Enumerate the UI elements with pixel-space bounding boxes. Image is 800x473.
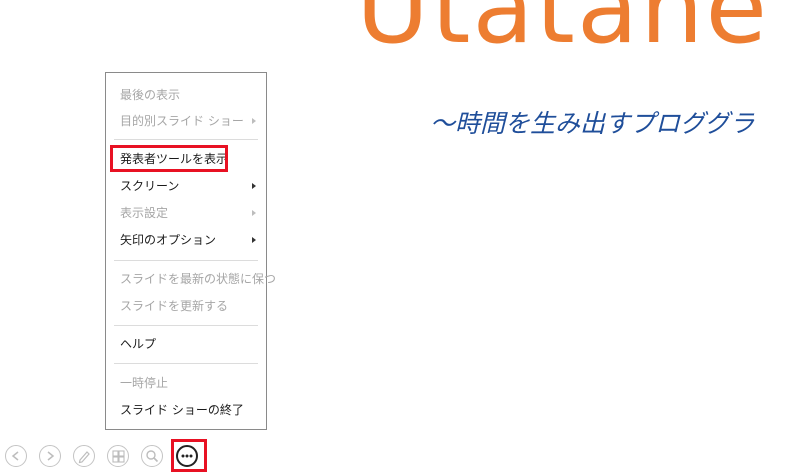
pen-icon	[78, 451, 90, 464]
pen-tool-button[interactable]	[73, 445, 95, 467]
menu-item-label: スライド ショーの終了	[120, 403, 244, 417]
menu-item-last-viewed[interactable]: 最後の表示	[106, 83, 266, 107]
next-slide-button[interactable]	[39, 445, 61, 467]
menu-item-label: ヘルプ	[120, 337, 157, 351]
previous-icon	[11, 451, 19, 461]
slide-title: Utatane	[356, 0, 770, 66]
menu-separator	[114, 260, 258, 261]
submenu-arrow-icon	[252, 183, 256, 189]
menu-item-pause[interactable]: 一時停止	[106, 371, 266, 395]
slide-subtitle: ～時間を生み出すプロググラ	[430, 109, 755, 138]
menu-item-keep-slides-updated[interactable]: スライドを最新の状態に保つ	[106, 267, 276, 291]
more-options-highlight	[171, 439, 207, 472]
menu-separator	[114, 363, 258, 364]
menu-item-display-settings[interactable]: 表示設定	[106, 201, 266, 225]
menu-item-label: 目的別スライド ショー	[120, 114, 244, 128]
menu-item-label: 矢印のオプション	[120, 233, 217, 247]
see-all-slides-icon	[112, 450, 125, 463]
submenu-arrow-icon	[252, 118, 256, 124]
previous-slide-button[interactable]	[5, 445, 27, 467]
menu-item-label: 表示設定	[120, 206, 169, 220]
menu-item-pointer-options[interactable]: 矢印のオプション	[106, 228, 266, 252]
zoom-button[interactable]	[141, 445, 163, 467]
slideshow-context-menu: 最後の表示 目的別スライド ショー 発表者ツールを表示 スクリーン 表示設定 矢…	[105, 72, 276, 430]
next-icon	[47, 451, 55, 461]
menu-separator	[114, 325, 258, 326]
menu-item-help[interactable]: ヘルプ	[106, 332, 266, 356]
menu-item-custom-show[interactable]: 目的別スライド ショー	[106, 109, 266, 133]
presenter-view-highlight	[110, 145, 228, 172]
menu-item-update-slides[interactable]: スライドを更新する	[106, 294, 266, 318]
menu-item-screen[interactable]: スクリーン	[106, 174, 266, 198]
menu-item-label: 最後の表示	[120, 88, 181, 102]
menu-item-label: スクリーン	[120, 179, 180, 193]
zoom-icon	[146, 450, 159, 463]
submenu-arrow-icon	[252, 210, 256, 216]
submenu-arrow-icon	[252, 237, 256, 243]
menu-item-label: スライドを最新の状態に保つ	[120, 272, 277, 286]
menu-item-end-show[interactable]: スライド ショーの終了	[106, 398, 266, 422]
menu-item-label: 一時停止	[120, 376, 169, 390]
menu-item-label: スライドを更新する	[120, 299, 229, 313]
menu-separator	[114, 139, 258, 140]
see-all-slides-button[interactable]	[107, 445, 129, 467]
